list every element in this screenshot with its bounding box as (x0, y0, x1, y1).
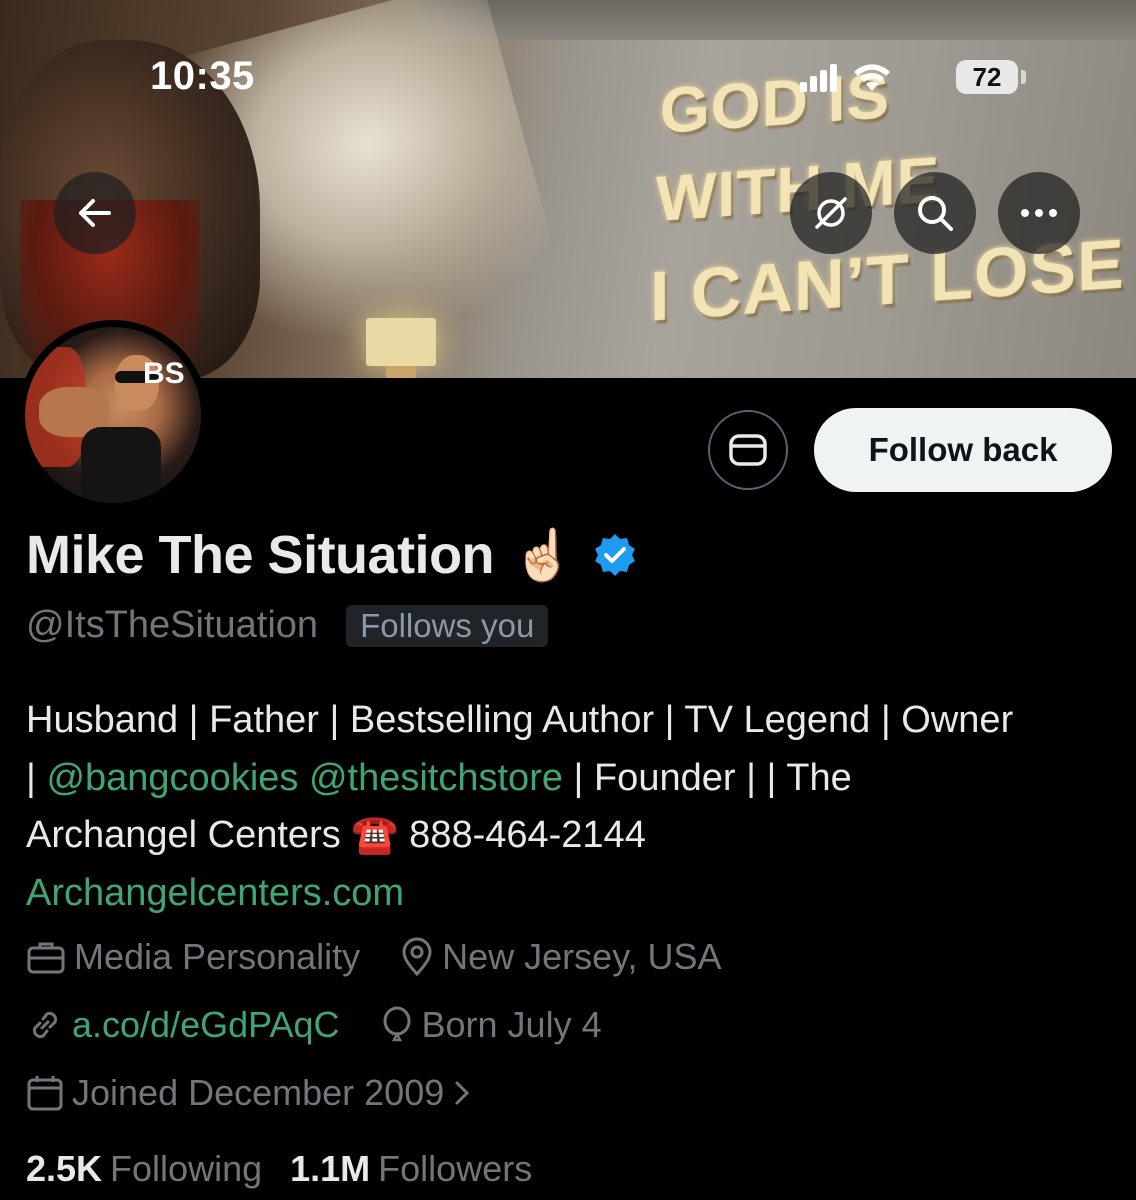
followers-count[interactable]: 1.1M (290, 1148, 370, 1190)
battery-indicator: 72 (956, 60, 1018, 94)
bio-line-1: Husband | Father | Bestselling Author | … (26, 699, 1014, 741)
avatar-photo: BS (25, 327, 201, 503)
handle: @ItsTheSituation (26, 604, 319, 646)
following-count[interactable]: 2.5K (26, 1148, 102, 1190)
bio-archangel-text: Archangel Centers (26, 814, 352, 856)
more-button[interactable] (998, 172, 1080, 254)
following-label[interactable]: Following (110, 1148, 262, 1190)
joined-item[interactable]: Joined December 2009 (26, 1072, 472, 1114)
back-button[interactable] (54, 172, 136, 254)
location-item: New Jersey, USA (400, 936, 722, 978)
follow-stats: 2.5K Following 1.1M Followers (26, 1148, 560, 1190)
verified-badge-icon[interactable] (592, 532, 638, 578)
banner-lamp-base (386, 366, 416, 378)
category-label: Media Personality (74, 936, 361, 977)
banner-ceiling (420, 0, 1136, 40)
birthday-item: Born July 4 (380, 1004, 602, 1046)
grok-icon (815, 197, 847, 229)
calendar-icon (27, 1076, 63, 1111)
bio-line-2-rest: | Founder | | The (562, 756, 852, 799)
bio-website-link[interactable]: Archangelcenters.com (26, 865, 1116, 923)
mention-thesitchstore[interactable]: @thesitchstore (309, 757, 563, 799)
display-name: Mike The Situation (26, 525, 495, 585)
bio-phone: 888-464-2144 (398, 814, 646, 856)
more-icon (1021, 209, 1057, 217)
followers-label[interactable]: Followers (378, 1148, 532, 1190)
profile-link[interactable]: a.co/d/eGdPAqC (72, 1004, 340, 1046)
signal-icon (800, 64, 837, 92)
birthday-label: Born July 4 (421, 1004, 602, 1045)
location-label: New Jersey, USA (442, 936, 722, 977)
message-icon (729, 434, 767, 466)
avatar-shirt (81, 427, 161, 503)
balloon-icon (383, 1006, 410, 1042)
battery-tip (1021, 70, 1026, 84)
search-icon (918, 196, 953, 231)
link-icon (32, 1011, 58, 1039)
meta-row-1: Media Personality New Jersey, USA (26, 936, 762, 978)
avatar-logo-text: BS (143, 357, 185, 390)
briefcase-icon (27, 942, 65, 974)
bio-line-3: Archangel Centers ☎️ 888-464-2144 (26, 807, 1116, 865)
handle-row: @ItsTheSituation Follows you (26, 604, 549, 647)
bio: Husband | Father | Bestselling Author | … (26, 692, 1116, 922)
grok-button[interactable] (790, 172, 872, 254)
wifi-icon (854, 64, 890, 91)
message-button[interactable] (708, 410, 788, 490)
phone-emoji: ☎️ (351, 814, 399, 856)
mention-bangcookies[interactable]: @bangcookies (46, 757, 298, 799)
joined-label: Joined December 2009 (72, 1072, 445, 1113)
status-time: 10:35 (150, 54, 255, 98)
banner-lamp (366, 318, 436, 366)
link-item[interactable]: a.co/d/eGdPAqC (26, 1004, 340, 1046)
bio-line-2: | @bangcookies @thesitchstore | Founder … (26, 750, 1116, 808)
search-button[interactable] (894, 172, 976, 254)
chevron-right-icon (455, 1081, 470, 1105)
follow-back-button[interactable]: Follow back (814, 408, 1112, 492)
location-pin-icon (402, 937, 432, 977)
profile-name-row: Mike The Situation ☝🏻 (26, 524, 638, 586)
avatar[interactable]: BS (18, 320, 208, 510)
arrow-left-icon (79, 199, 111, 227)
status-icons (800, 58, 892, 98)
bio-separator: | (26, 756, 47, 799)
meta-row-3[interactable]: Joined December 2009 (26, 1072, 512, 1114)
name-emoji: ☝🏻 (512, 526, 575, 583)
follows-you-badge: Follows you (346, 604, 549, 647)
meta-row-2: a.co/d/eGdPAqC Born July 4 (26, 1004, 642, 1046)
category-item: Media Personality (26, 936, 360, 978)
